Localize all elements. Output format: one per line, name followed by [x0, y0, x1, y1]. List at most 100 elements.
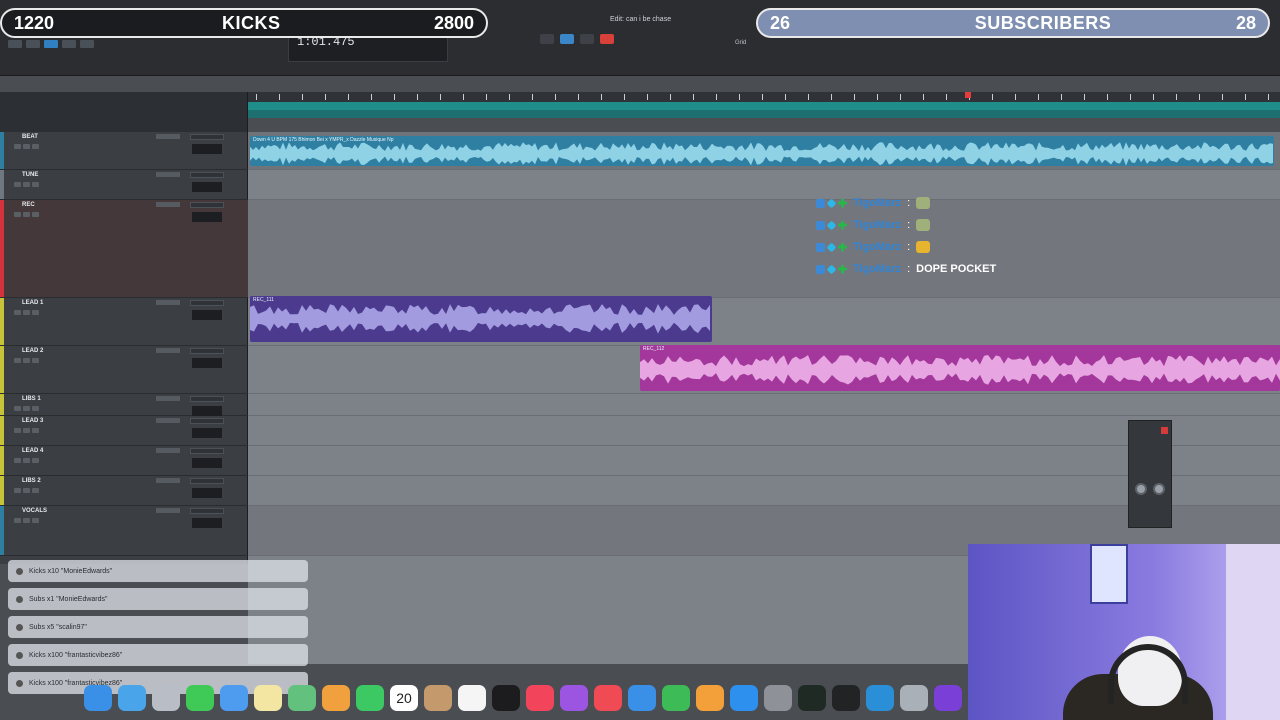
volume-pan-readout[interactable]	[192, 144, 222, 154]
solo-button[interactable]	[23, 458, 30, 463]
keynote-icon[interactable]	[628, 685, 656, 711]
circle-app-icon[interactable]	[866, 685, 894, 711]
track-header[interactable]: LEAD 4	[0, 446, 248, 476]
io-selector[interactable]	[190, 172, 224, 178]
pencil-tool[interactable]	[80, 40, 94, 48]
io-selector[interactable]	[190, 448, 224, 454]
track-name[interactable]: LEAD 3	[22, 418, 43, 424]
insert-slot[interactable]	[156, 478, 180, 483]
messages-icon[interactable]	[186, 685, 214, 711]
volume-pan-readout[interactable]	[192, 358, 222, 368]
stop-button[interactable]	[560, 34, 574, 44]
record-enable-button[interactable]	[14, 212, 21, 217]
insert-slot[interactable]	[156, 172, 180, 177]
tv-icon[interactable]	[492, 685, 520, 711]
track-header[interactable]: LEAD 3	[0, 416, 248, 446]
track-header[interactable]: LIBS 1	[0, 394, 248, 416]
solo-button[interactable]	[23, 144, 30, 149]
plugin-icon[interactable]	[900, 685, 928, 711]
mail-icon[interactable]	[220, 685, 248, 711]
knob-left[interactable]	[1135, 483, 1147, 495]
solo-button[interactable]	[23, 310, 30, 315]
io-selector[interactable]	[190, 134, 224, 140]
track-name[interactable]: TUNE	[22, 172, 38, 178]
track-header[interactable]: LIBS 2	[0, 476, 248, 506]
notes-icon[interactable]	[254, 685, 282, 711]
facetime-icon[interactable]	[356, 685, 384, 711]
insert-slot[interactable]	[156, 448, 180, 453]
calendar-icon[interactable]: 20	[390, 685, 418, 711]
track-name[interactable]: LIBS 2	[22, 478, 41, 484]
timeline-ruler[interactable]	[248, 92, 1280, 118]
io-selector[interactable]	[190, 396, 224, 402]
volume-pan-readout[interactable]	[192, 182, 222, 192]
numbers-icon[interactable]	[662, 685, 690, 711]
mute-button[interactable]	[32, 458, 39, 463]
system-settings-icon[interactable]	[764, 685, 792, 711]
io-selector[interactable]	[190, 348, 224, 354]
volume-pan-readout[interactable]	[192, 428, 222, 438]
solo-button[interactable]	[23, 406, 30, 411]
insert-slot[interactable]	[156, 508, 180, 513]
mute-button[interactable]	[32, 406, 39, 411]
photos-icon[interactable]	[322, 685, 350, 711]
track-header[interactable]: VOCALS	[0, 506, 248, 556]
music-icon[interactable]	[526, 685, 554, 711]
playhead-marker[interactable]	[965, 92, 971, 98]
io-selector[interactable]	[190, 300, 224, 306]
solo-button[interactable]	[23, 428, 30, 433]
clip-lead2[interactable]: REC_112	[640, 345, 1280, 391]
volume-pan-readout[interactable]	[192, 212, 222, 222]
volume-pan-readout[interactable]	[192, 518, 222, 528]
insert-slot[interactable]	[156, 300, 180, 305]
clip-beat[interactable]: Down 4 U BPM 175 Bhimon Bei x YMPR_x Daz…	[250, 136, 1274, 166]
record-button[interactable]	[600, 34, 614, 44]
volume-pan-readout[interactable]	[192, 310, 222, 320]
track-header[interactable]: LEAD 1	[0, 298, 248, 346]
insert-slot[interactable]	[156, 202, 180, 207]
mute-button[interactable]	[32, 212, 39, 217]
rewind-button[interactable]	[540, 34, 554, 44]
launchpad-icon[interactable]	[152, 685, 180, 711]
contacts-icon[interactable]	[424, 685, 452, 711]
mute-button[interactable]	[32, 358, 39, 363]
record-enable-button[interactable]	[14, 144, 21, 149]
record-enable-button[interactable]	[14, 518, 21, 523]
protools-icon[interactable]	[798, 685, 826, 711]
grabber-tool[interactable]	[62, 40, 76, 48]
mute-button[interactable]	[32, 518, 39, 523]
plugin-window[interactable]	[1128, 420, 1172, 528]
track-header[interactable]: TUNE	[0, 170, 248, 200]
podcasts-icon[interactable]	[560, 685, 588, 711]
io-selector[interactable]	[190, 478, 224, 484]
selector-tool[interactable]	[44, 40, 58, 48]
track-name[interactable]: LEAD 1	[22, 300, 43, 306]
mute-button[interactable]	[32, 428, 39, 433]
io-selector[interactable]	[190, 418, 224, 424]
track-name[interactable]: REC	[22, 202, 35, 208]
track-header[interactable]: LEAD 2	[0, 346, 248, 394]
clip-lead1[interactable]: REC_111	[250, 296, 712, 342]
maps-icon[interactable]	[288, 685, 316, 711]
safari-icon[interactable]	[118, 685, 146, 711]
mute-button[interactable]	[32, 182, 39, 187]
play-button[interactable]	[580, 34, 594, 44]
mute-button[interactable]	[32, 488, 39, 493]
volume-pan-readout[interactable]	[192, 406, 222, 416]
io-selector[interactable]	[190, 508, 224, 514]
mute-button[interactable]	[32, 310, 39, 315]
mute-button[interactable]	[32, 144, 39, 149]
app-store-icon[interactable]	[730, 685, 758, 711]
record-enable-button[interactable]	[14, 406, 21, 411]
trim-tool[interactable]	[26, 40, 40, 48]
solo-button[interactable]	[23, 182, 30, 187]
solo-button[interactable]	[23, 488, 30, 493]
record-enable-button[interactable]	[14, 488, 21, 493]
reminders-icon[interactable]	[458, 685, 486, 711]
insert-slot[interactable]	[156, 134, 180, 139]
zoom-tool[interactable]	[8, 40, 22, 48]
volume-pan-readout[interactable]	[192, 458, 222, 468]
solo-button[interactable]	[23, 212, 30, 217]
insert-slot[interactable]	[156, 348, 180, 353]
track-header[interactable]: REC	[0, 200, 248, 298]
